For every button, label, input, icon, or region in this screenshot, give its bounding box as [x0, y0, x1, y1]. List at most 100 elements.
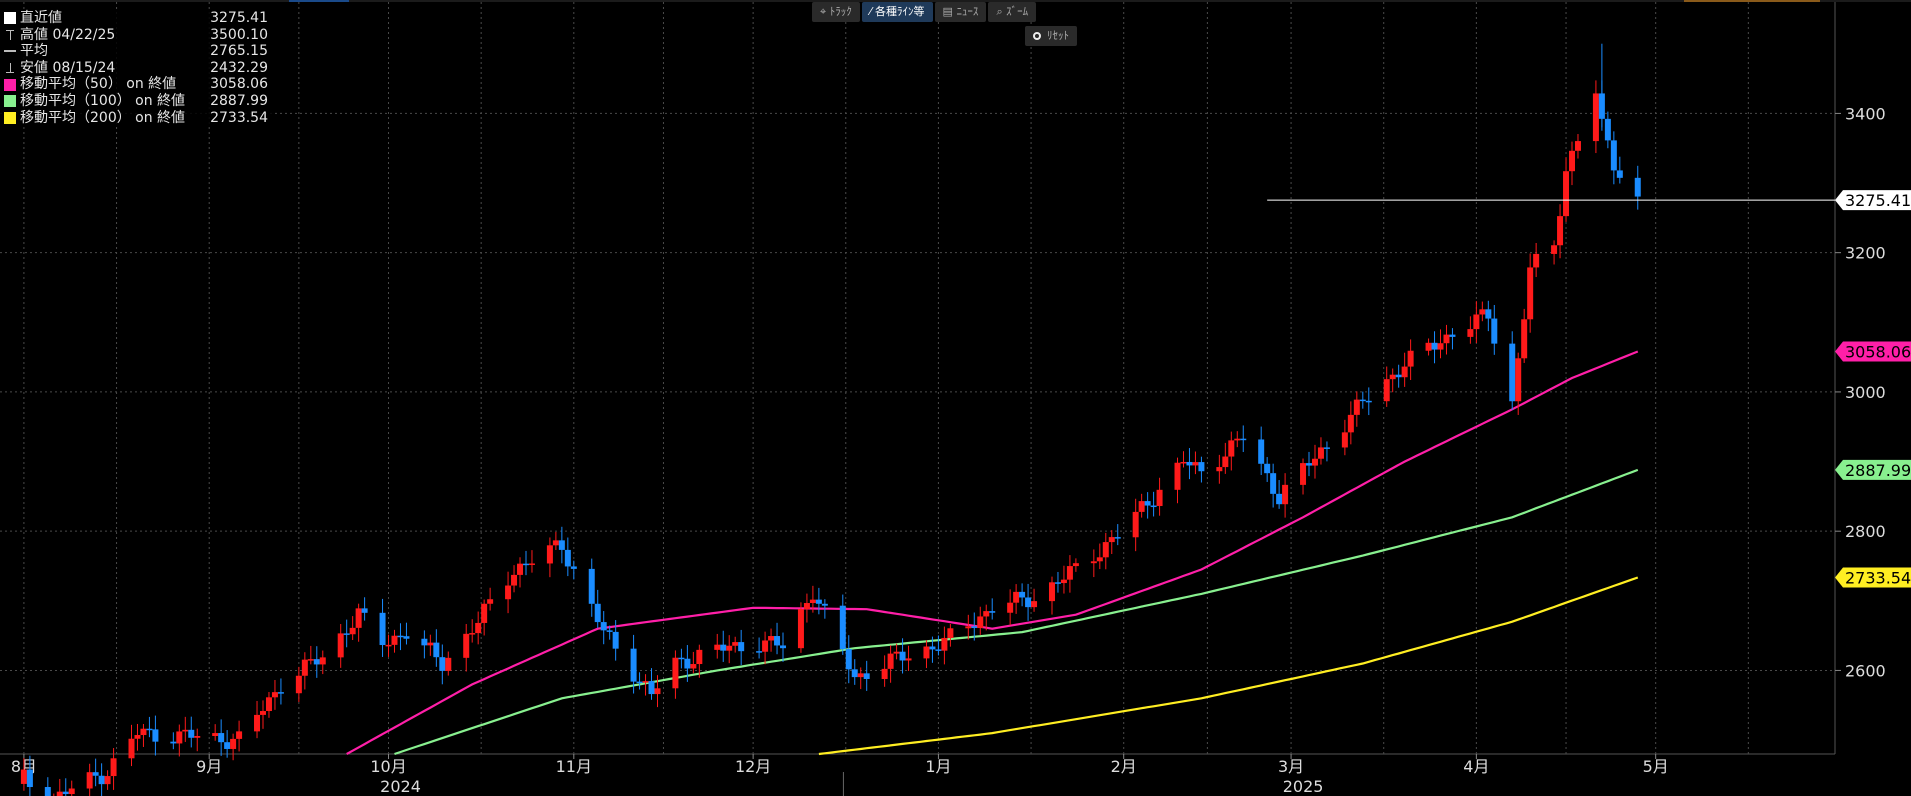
candle-body[interactable] [1443, 334, 1450, 344]
candle-body[interactable] [391, 635, 398, 645]
candle-body[interactable] [194, 736, 201, 738]
candle-body[interactable] [152, 729, 159, 742]
candle-body[interactable] [546, 545, 553, 564]
candle-body[interactable] [62, 791, 69, 795]
candle-body[interactable] [140, 728, 147, 736]
candle-body[interactable] [1031, 601, 1038, 608]
candle-body[interactable] [379, 612, 386, 646]
candle-body[interactable] [941, 637, 948, 651]
candle-body[interactable] [678, 657, 685, 660]
candle-body[interactable] [1013, 591, 1020, 603]
candle-body[interactable] [989, 611, 996, 613]
candle-body[interactable] [1144, 501, 1151, 506]
candle-body[interactable] [815, 599, 822, 604]
legend-row-average[interactable]: 平均 2765.15 [0, 43, 272, 60]
candle-body[interactable] [1521, 319, 1528, 359]
candle-body[interactable] [1485, 309, 1492, 319]
candle-body[interactable] [881, 668, 888, 679]
candle-body[interactable] [851, 669, 858, 678]
legend-row-high[interactable]: 高値 04/22/25 3500.10 [0, 27, 272, 44]
candle-body[interactable] [1072, 563, 1079, 567]
candle-body[interactable] [600, 622, 607, 631]
candle-body[interactable] [188, 729, 195, 738]
candle-body[interactable] [552, 540, 559, 546]
candle-body[interactable] [684, 658, 691, 669]
candle-body[interactable] [439, 657, 446, 671]
candle-body[interactable] [56, 791, 63, 796]
candle-body[interactable] [349, 627, 356, 635]
candle-body[interactable] [98, 775, 105, 785]
legend-row-ma100[interactable]: 移動平均（100） on 終値 2887.99 [0, 93, 272, 110]
candle-body[interactable] [265, 697, 272, 712]
candle-body[interactable] [1300, 463, 1307, 485]
candle-body[interactable] [313, 659, 320, 665]
candle-body[interactable] [104, 776, 111, 785]
candle-body[interactable] [977, 616, 984, 629]
candle-body[interactable] [570, 566, 577, 569]
candle-body[interactable] [1216, 467, 1223, 472]
candle-body[interactable] [307, 659, 314, 661]
candle-body[interactable] [690, 664, 697, 669]
candle-body[interactable] [1467, 329, 1474, 337]
legend-row-low[interactable]: 安値 08/15/24 2432.29 [0, 60, 272, 77]
candle-body[interactable] [1048, 582, 1055, 602]
candle-body[interactable] [1592, 93, 1599, 142]
candle-body[interactable] [421, 638, 428, 646]
candle-body[interactable] [612, 631, 619, 649]
candle-body[interactable] [1574, 141, 1581, 151]
candle-body[interactable] [44, 787, 51, 796]
candle-body[interactable] [301, 659, 308, 676]
candle-body[interactable] [1198, 462, 1205, 472]
candle-body[interactable] [86, 772, 93, 789]
candle-body[interactable] [1150, 505, 1157, 508]
candle-body[interactable] [343, 633, 350, 635]
legend-row-last[interactable]: 直近値 3275.41 [0, 10, 272, 27]
candle-body[interactable] [224, 742, 231, 749]
candle-body[interactable] [1174, 462, 1181, 490]
candle-body[interactable] [1425, 342, 1432, 351]
candle-body[interactable] [1156, 489, 1163, 507]
candle-body[interactable] [1395, 374, 1402, 378]
track-button[interactable]: ⌖ ﾄﾗｯｸ [812, 2, 860, 22]
candle-body[interactable] [672, 657, 679, 689]
candle-body[interactable] [1317, 447, 1324, 459]
candle-body[interactable] [696, 649, 703, 665]
candle-body[interactable] [1138, 501, 1145, 512]
candle-body[interactable] [845, 649, 852, 670]
candle-body[interactable] [487, 599, 494, 604]
candle-body[interactable] [517, 563, 524, 575]
candle-body[interactable] [606, 630, 613, 632]
candle-body[interactable] [756, 651, 763, 653]
candle-body[interactable] [1060, 579, 1067, 584]
candle-body[interactable] [475, 622, 482, 634]
candle-body[interactable] [1634, 177, 1641, 197]
candle-body[interactable] [821, 603, 828, 606]
candle-body[interactable] [947, 628, 954, 638]
candle-body[interactable] [1019, 591, 1026, 598]
candle-body[interactable] [1569, 150, 1576, 172]
candle-body[interactable] [1007, 602, 1014, 613]
candle-body[interactable] [170, 741, 177, 744]
candle-body[interactable] [1108, 537, 1115, 543]
candle-body[interactable] [594, 603, 601, 623]
candle-body[interactable] [1616, 170, 1623, 178]
candle-body[interactable] [768, 636, 775, 641]
candle-body[interactable] [1282, 484, 1289, 505]
candle-body[interactable] [445, 657, 452, 671]
candle-body[interactable] [1563, 171, 1570, 217]
candle-body[interactable] [1551, 245, 1558, 254]
legend-row-ma50[interactable]: 移動平均（50） on 終値 3058.06 [0, 76, 272, 93]
candle-body[interactable] [1228, 440, 1235, 457]
candle-body[interactable] [899, 651, 906, 661]
candle-body[interactable] [1533, 253, 1540, 268]
candle-body[interactable] [654, 688, 661, 695]
candle-body[interactable] [110, 758, 117, 777]
reset-button[interactable]: ﾘｾｯﾄ [1025, 26, 1077, 46]
candle-body[interactable] [1090, 561, 1097, 564]
candle-body[interactable] [1096, 557, 1103, 562]
candle-body[interactable] [1270, 473, 1277, 494]
candle-body[interactable] [1306, 463, 1313, 466]
candle-body[interactable] [1449, 334, 1456, 337]
candle-body[interactable] [26, 769, 33, 788]
candle-body[interactable] [1491, 318, 1498, 344]
